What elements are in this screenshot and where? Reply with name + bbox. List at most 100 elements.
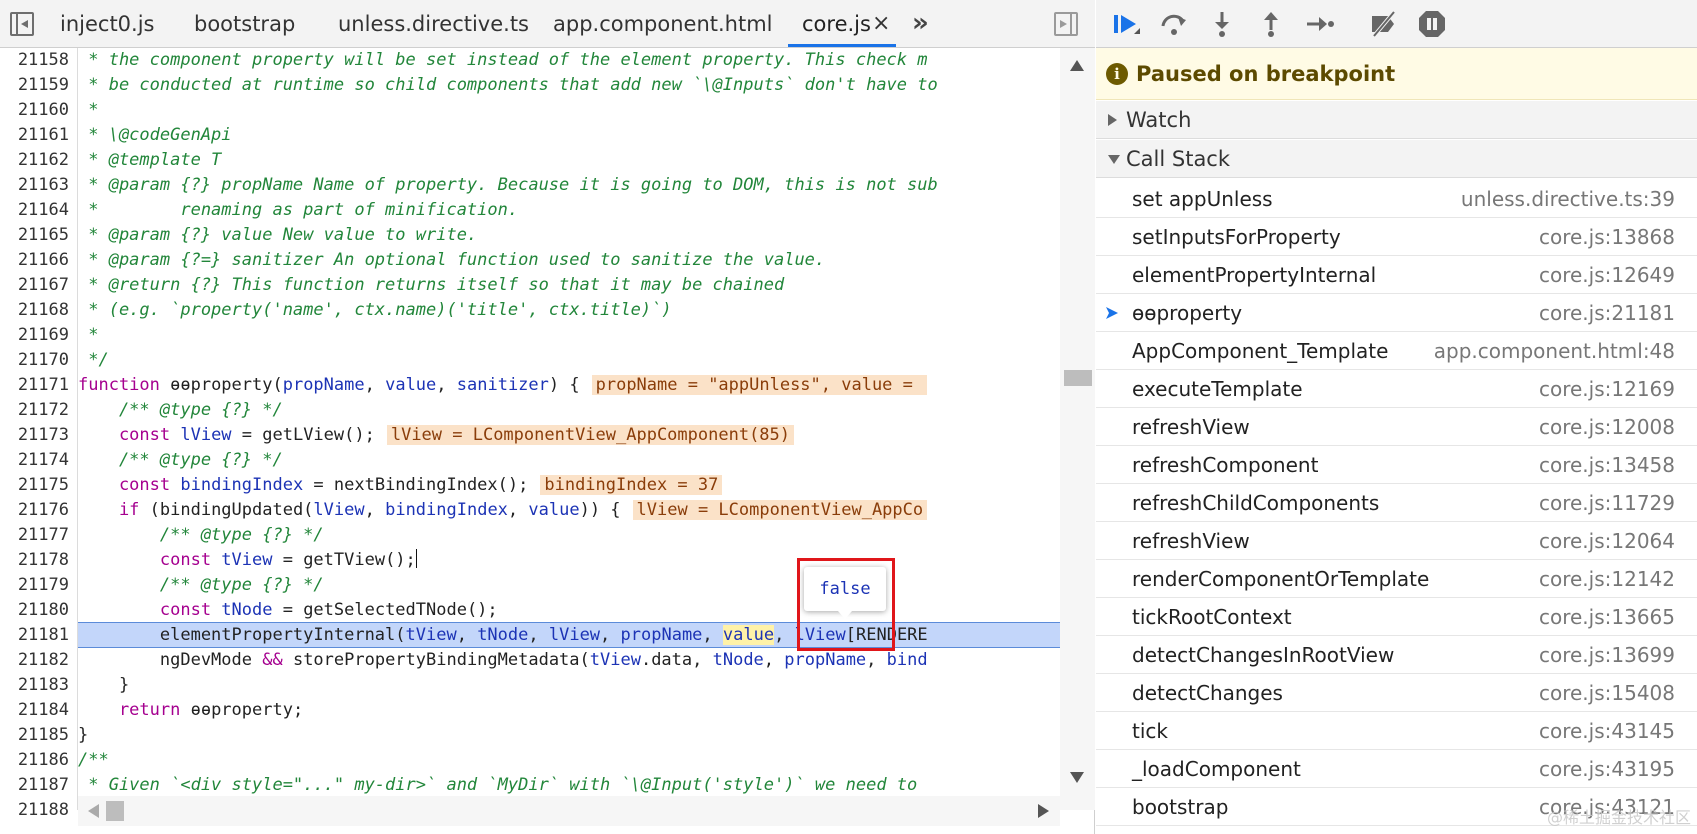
- variable[interactable]: tView: [590, 650, 641, 670]
- line-number[interactable]: 21173: [18, 423, 69, 448]
- frame-location[interactable]: core.js:13868: [1539, 218, 1675, 256]
- frame-location[interactable]: core.js:13665: [1539, 598, 1675, 636]
- variable[interactable]: bindingIndex: [180, 475, 303, 495]
- line-number[interactable]: 21188: [18, 798, 69, 823]
- call-frame[interactable]: detectChangesInRootView core.js:13699: [1096, 636, 1697, 674]
- line-number[interactable]: 21164: [18, 198, 69, 223]
- line-number[interactable]: 21178: [18, 548, 69, 573]
- frame-location[interactable]: core.js:13458: [1539, 446, 1675, 484]
- line-number[interactable]: 21171: [18, 373, 69, 398]
- param-value[interactable]: value: [385, 375, 436, 395]
- line-number[interactable]: 21163: [18, 173, 69, 198]
- line-number[interactable]: 21174: [18, 448, 69, 473]
- line-number[interactable]: 21184: [18, 698, 69, 723]
- variable[interactable]: lView: [313, 500, 364, 520]
- frame-location[interactable]: core.js:43195: [1539, 750, 1675, 788]
- deactivate-breakpoints-icon[interactable]: [1368, 8, 1400, 40]
- line-number[interactable]: 21183: [18, 673, 69, 698]
- line-number[interactable]: 21172: [18, 398, 69, 423]
- frame-location[interactable]: core.js:11729: [1539, 484, 1675, 522]
- line-number[interactable]: 21165: [18, 223, 69, 248]
- line-number[interactable]: 21168: [18, 298, 69, 323]
- line-number[interactable]: 21182: [18, 648, 69, 673]
- line-number-current[interactable]: 21181: [18, 623, 69, 648]
- tab-inject0[interactable]: inject0.js: [60, 0, 155, 48]
- variable[interactable]: tNode: [477, 625, 528, 645]
- variable[interactable]: tView: [221, 550, 272, 570]
- frame-location[interactable]: core.js:12142: [1539, 560, 1675, 598]
- call-frame[interactable]: refreshComponent core.js:13458: [1096, 446, 1697, 484]
- variable[interactable]: tNode: [713, 650, 764, 670]
- scroll-left-icon[interactable]: [88, 804, 99, 818]
- line-number[interactable]: 21158: [18, 48, 69, 73]
- call-frame[interactable]: executeTemplate core.js:12169: [1096, 370, 1697, 408]
- call-frame[interactable]: refreshView core.js:12008: [1096, 408, 1697, 446]
- variable[interactable]: lView: [549, 625, 600, 645]
- frame-location[interactable]: unless.directive.ts:39: [1461, 180, 1675, 218]
- expand-arrow-icon[interactable]: [1108, 114, 1117, 126]
- line-number[interactable]: 21186: [18, 748, 69, 773]
- frame-location[interactable]: core.js:21181: [1539, 294, 1675, 332]
- call-frame[interactable]: tickRootContext core.js:13665: [1096, 598, 1697, 636]
- frame-location[interactable]: core.js:15408: [1539, 674, 1675, 712]
- call-frame[interactable]: set appUnless unless.directive.ts:39: [1096, 180, 1697, 218]
- line-number[interactable]: 21187: [18, 773, 69, 798]
- step-icon[interactable]: [1303, 8, 1335, 40]
- collapse-arrow-icon[interactable]: [1108, 155, 1120, 164]
- call-frame[interactable]: AppComponent_Template app.component.html:…: [1096, 332, 1697, 370]
- line-number[interactable]: 21162: [18, 148, 69, 173]
- variable[interactable]: tNode: [221, 600, 272, 620]
- variable[interactable]: bind: [887, 650, 928, 670]
- frame-location[interactable]: core.js:12064: [1539, 522, 1675, 560]
- pause-on-exceptions-icon[interactable]: [1416, 8, 1448, 40]
- variable[interactable]: bindingIndex: [385, 500, 508, 520]
- vertical-scrollbar[interactable]: [1060, 48, 1095, 810]
- call-stack-section-header[interactable]: Call Stack: [1096, 140, 1697, 178]
- scrollbar-thumb[interactable]: [106, 801, 124, 821]
- line-number[interactable]: 21179: [18, 573, 69, 598]
- scroll-up-icon[interactable]: [1070, 60, 1084, 71]
- call-frame[interactable]: _loadComponent core.js:43195: [1096, 750, 1697, 788]
- line-number-gutter[interactable]: 21158 21159 21160 21161 21162 21163 2116…: [0, 48, 78, 820]
- tab-core-js[interactable]: core.js: [802, 0, 871, 48]
- line-number[interactable]: 21185: [18, 723, 69, 748]
- call-frame[interactable]: elementPropertyInternal core.js:12649: [1096, 256, 1697, 294]
- watch-section-header[interactable]: Watch: [1096, 101, 1697, 139]
- line-number[interactable]: 21176: [18, 498, 69, 523]
- param-sanitizer[interactable]: sanitizer: [457, 375, 549, 395]
- line-number[interactable]: 21167: [18, 273, 69, 298]
- step-out-icon[interactable]: [1255, 8, 1287, 40]
- close-tab-icon[interactable]: ×: [872, 11, 890, 36]
- frame-location[interactable]: core.js:12008: [1539, 408, 1675, 446]
- call-frame[interactable]: detectChanges core.js:15408: [1096, 674, 1697, 712]
- code-view[interactable]: * the component property will be set ins…: [78, 48, 1060, 810]
- frame-location[interactable]: core.js:12649: [1539, 256, 1675, 294]
- call-frame[interactable]: refreshView core.js:12064: [1096, 522, 1697, 560]
- scrollbar-thumb[interactable]: [1064, 370, 1092, 386]
- hovered-variable-value[interactable]: value: [722, 625, 775, 645]
- call-frame[interactable]: refreshChildComponents core.js:11729: [1096, 484, 1697, 522]
- variable[interactable]: lView: [795, 625, 846, 645]
- scroll-down-icon[interactable]: [1070, 772, 1084, 783]
- tab-bootstrap[interactable]: bootstrap: [194, 0, 295, 48]
- tab-app-component-html[interactable]: app.component.html: [553, 0, 773, 48]
- toggle-debugger-icon[interactable]: [1054, 12, 1078, 36]
- step-into-icon[interactable]: [1206, 8, 1238, 40]
- frame-location[interactable]: core.js:13699: [1539, 636, 1675, 674]
- variable[interactable]: lView: [180, 425, 231, 445]
- line-number[interactable]: 21160: [18, 98, 69, 123]
- line-number[interactable]: 21180: [18, 598, 69, 623]
- call-frame-current[interactable]: ɵɵproperty core.js:21181: [1096, 294, 1697, 332]
- frame-location[interactable]: core.js:12169: [1539, 370, 1675, 408]
- more-tabs-icon[interactable]: »: [912, 8, 929, 38]
- line-number[interactable]: 21161: [18, 123, 69, 148]
- line-number[interactable]: 21170: [18, 348, 69, 373]
- horizontal-scrollbar[interactable]: [78, 796, 1060, 826]
- call-frame[interactable]: setInputsForProperty core.js:13868: [1096, 218, 1697, 256]
- variable[interactable]: propName: [621, 625, 703, 645]
- resume-icon[interactable]: [1110, 8, 1142, 40]
- scroll-right-icon[interactable]: [1038, 804, 1049, 818]
- line-number[interactable]: 21166: [18, 248, 69, 273]
- line-number[interactable]: 21159: [18, 73, 69, 98]
- call-frame[interactable]: renderComponentOrTemplate core.js:12142: [1096, 560, 1697, 598]
